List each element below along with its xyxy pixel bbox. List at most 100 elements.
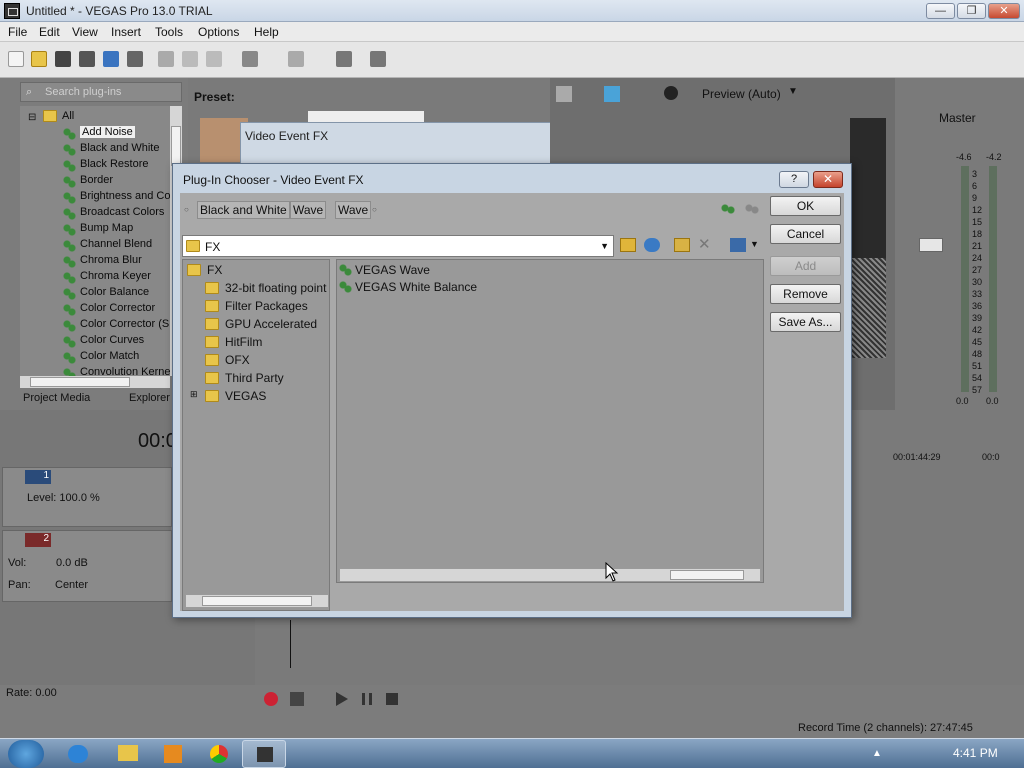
preview-properties-icon[interactable] bbox=[556, 86, 572, 102]
render-icon[interactable] bbox=[103, 51, 119, 67]
record-button[interactable] bbox=[264, 692, 278, 706]
tree-item-third-party[interactable]: Third Party bbox=[225, 371, 284, 385]
chevron-down-icon[interactable]: ▼ bbox=[750, 239, 759, 249]
plugin-item[interactable]: Bump Map bbox=[80, 222, 133, 234]
cut-icon[interactable] bbox=[158, 51, 174, 67]
chain-item-wave[interactable]: Wave bbox=[290, 201, 327, 219]
fx-icon bbox=[63, 160, 76, 172]
taskbar-clock[interactable]: 4:41 PM bbox=[953, 746, 998, 760]
plugin-item[interactable]: Brightness and Co bbox=[80, 190, 170, 202]
menu-help[interactable]: Help bbox=[254, 25, 279, 39]
chain-item-black-and-white[interactable]: Black and White bbox=[197, 201, 290, 219]
fx-chain-icon[interactable] bbox=[720, 202, 736, 216]
menu-insert[interactable]: Insert bbox=[111, 25, 141, 39]
file-item-vegas-wave[interactable]: VEGAS Wave bbox=[355, 263, 430, 277]
redo-icon[interactable] bbox=[288, 51, 304, 67]
menu-file[interactable]: File bbox=[8, 25, 27, 39]
plugin-item[interactable]: Black Restore bbox=[80, 158, 148, 170]
internet-explorer-icon[interactable] bbox=[68, 745, 88, 763]
minimize-button[interactable]: — bbox=[926, 3, 955, 19]
restore-button[interactable]: ❐ bbox=[957, 3, 986, 19]
tree-item-vegas[interactable]: VEGAS bbox=[225, 389, 266, 403]
add-button[interactable]: Add bbox=[770, 256, 841, 276]
plugin-root-all[interactable]: All bbox=[62, 110, 74, 122]
undo-icon[interactable] bbox=[242, 51, 258, 67]
save-icon[interactable] bbox=[55, 51, 71, 67]
record-icon[interactable] bbox=[664, 86, 678, 100]
plugin-item[interactable]: Chroma Blur bbox=[80, 254, 142, 266]
play-button[interactable] bbox=[336, 692, 348, 706]
external-monitor-icon[interactable] bbox=[604, 86, 620, 102]
chevron-down-icon[interactable]: ▼ bbox=[788, 86, 798, 97]
paste-icon[interactable] bbox=[206, 51, 222, 67]
dialog-close-button[interactable]: ✕ bbox=[813, 171, 843, 188]
close-button[interactable]: ✕ bbox=[988, 3, 1020, 19]
master-fader-thumb[interactable] bbox=[919, 238, 943, 252]
start-button[interactable] bbox=[8, 740, 44, 768]
collapse-icon[interactable]: ⊟ bbox=[28, 112, 36, 123]
tree-item-ofx[interactable]: OFX bbox=[225, 353, 250, 367]
save-as-button[interactable]: Save As... bbox=[770, 312, 841, 332]
plugin-item[interactable]: Channel Blend bbox=[80, 238, 152, 250]
menu-view[interactable]: View bbox=[72, 25, 98, 39]
tree-item-filter-packages[interactable]: Filter Packages bbox=[225, 299, 308, 313]
plugin-horizontal-scrollbar[interactable] bbox=[20, 376, 170, 388]
plugin-item[interactable]: Border bbox=[80, 174, 113, 186]
plugin-item[interactable]: Color Corrector bbox=[80, 302, 155, 314]
loop-button[interactable] bbox=[290, 692, 304, 706]
tab-project-media[interactable]: Project Media bbox=[23, 392, 90, 404]
expand-icon[interactable]: ⊞ bbox=[190, 389, 198, 400]
tree-horizontal-scrollbar[interactable] bbox=[185, 594, 329, 608]
stop-button[interactable] bbox=[386, 693, 398, 705]
ok-button[interactable]: OK bbox=[770, 196, 841, 216]
tree-item-gpu-accelerated[interactable]: GPU Accelerated bbox=[225, 317, 317, 331]
plugin-item[interactable]: Broadcast Colors bbox=[80, 206, 164, 218]
plugin-item[interactable]: Chroma Keyer bbox=[80, 270, 151, 282]
remove-button[interactable]: Remove bbox=[770, 284, 841, 304]
new-icon[interactable] bbox=[8, 51, 24, 67]
plugin-item[interactable]: Color Balance bbox=[80, 286, 149, 298]
open-icon[interactable] bbox=[31, 51, 47, 67]
delete-icon[interactable]: ✕ bbox=[698, 235, 711, 253]
tray-arrow-icon[interactable]: ▲ bbox=[872, 748, 882, 759]
track-number: 2 bbox=[25, 533, 51, 547]
whats-this-icon[interactable] bbox=[370, 51, 386, 67]
audio-track-header[interactable]: 2 Vol: 0.0 dB Pan: Center bbox=[2, 530, 172, 602]
chain-item-wave-2[interactable]: Wave bbox=[335, 201, 372, 219]
new-folder-icon[interactable] bbox=[674, 238, 690, 252]
up-folder-icon[interactable] bbox=[620, 238, 636, 252]
tree-item-hitfilm[interactable]: HitFilm bbox=[225, 335, 262, 349]
plugin-item[interactable]: Black and White bbox=[80, 142, 159, 154]
plugin-item[interactable]: Color Corrector (S bbox=[80, 318, 169, 330]
tree-item-32bit[interactable]: 32-bit floating point bbox=[225, 281, 326, 295]
file-item-vegas-white-balance[interactable]: VEGAS White Balance bbox=[355, 280, 477, 294]
file-explorer-icon[interactable] bbox=[118, 745, 138, 761]
plugin-item[interactable]: Color Match bbox=[80, 350, 139, 362]
pause-button[interactable] bbox=[362, 693, 372, 705]
preview-quality-select[interactable]: Preview (Auto) bbox=[702, 87, 781, 101]
copy-icon[interactable] bbox=[182, 51, 198, 67]
menu-options[interactable]: Options bbox=[198, 25, 239, 39]
clean-icon[interactable] bbox=[336, 51, 352, 67]
plugin-item[interactable]: Convolution Kerne bbox=[80, 366, 170, 376]
video-track-header[interactable]: 1 Level: 100.0 % bbox=[2, 467, 172, 527]
refresh-icon[interactable] bbox=[644, 238, 660, 252]
menu-tools[interactable]: Tools bbox=[155, 25, 183, 39]
fx-chain-disabled-icon[interactable] bbox=[744, 202, 760, 216]
list-horizontal-scrollbar[interactable] bbox=[339, 568, 761, 582]
plugin-search-input[interactable]: ⌕ Search plug-ins bbox=[20, 82, 182, 102]
view-mode-icon[interactable] bbox=[730, 238, 746, 252]
cancel-button[interactable]: Cancel bbox=[770, 224, 841, 244]
plugin-item-add-noise[interactable]: Add Noise bbox=[80, 126, 135, 138]
folder-path-select[interactable]: FX ▼ bbox=[182, 235, 614, 257]
save-as-icon[interactable] bbox=[79, 51, 95, 67]
tab-explorer[interactable]: Explorer bbox=[129, 392, 170, 404]
plugin-item[interactable]: Color Curves bbox=[80, 334, 144, 346]
vegas-taskbar-button[interactable] bbox=[242, 740, 286, 768]
chrome-icon[interactable] bbox=[210, 745, 228, 763]
properties-icon[interactable] bbox=[127, 51, 143, 67]
tree-root-fx[interactable]: FX bbox=[207, 263, 222, 277]
menu-edit[interactable]: Edit bbox=[39, 25, 60, 39]
media-player-icon[interactable] bbox=[164, 745, 182, 763]
dialog-help-button[interactable]: ? bbox=[779, 171, 809, 188]
